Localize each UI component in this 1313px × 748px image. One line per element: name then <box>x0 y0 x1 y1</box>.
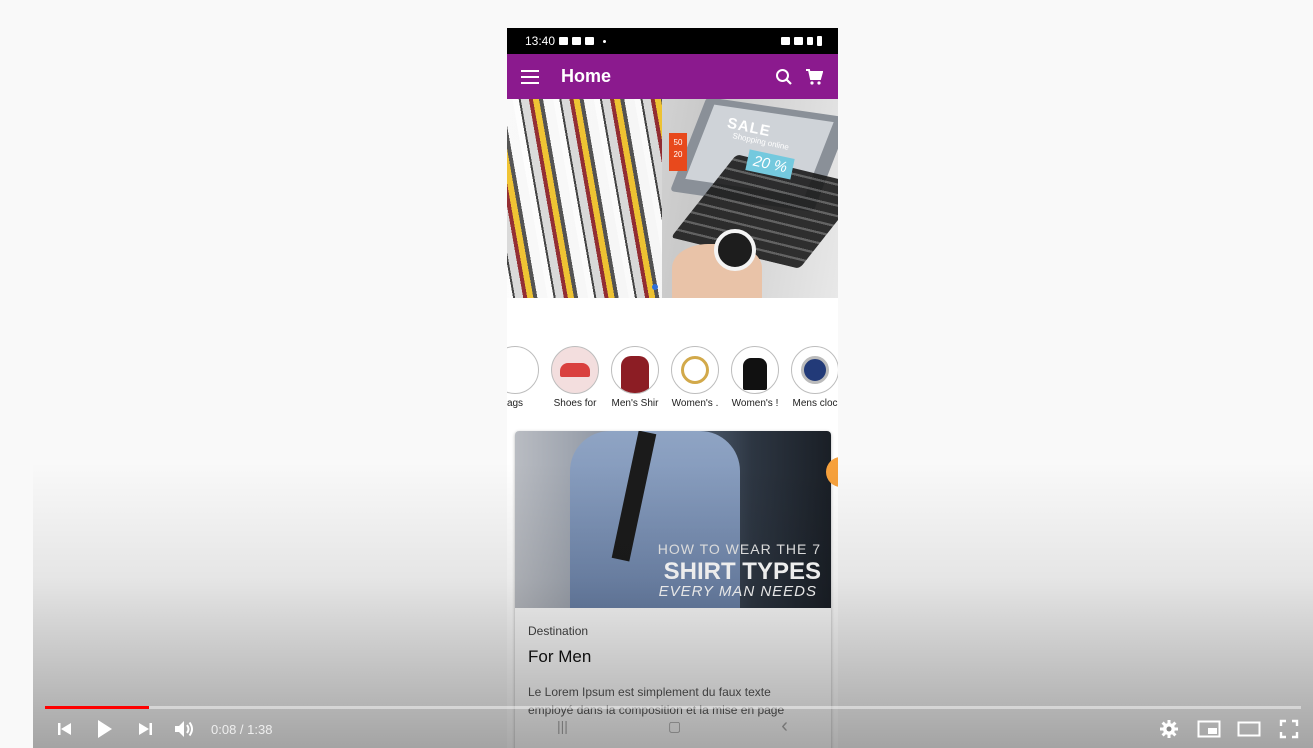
status-time: 13:40 <box>525 34 556 48</box>
category-label: Men's Shir <box>611 398 659 409</box>
category-thumb <box>507 346 539 394</box>
previous-icon <box>58 723 71 735</box>
battery-icon <box>817 36 822 46</box>
category-thumb <box>731 346 779 394</box>
progress-bar[interactable] <box>45 706 1301 709</box>
category-item-womens-jewelry[interactable]: Women's . <box>671 346 719 409</box>
category-thumb <box>611 346 659 394</box>
volume-button[interactable] <box>165 714 205 744</box>
cart-icon[interactable] <box>804 67 824 87</box>
image-text-line1: HOW TO WEAR THE 7 <box>657 541 821 557</box>
article-kicker: Destination <box>528 624 589 638</box>
gear-icon <box>1160 720 1178 738</box>
category-item-mens-watches[interactable]: Mens cloc <box>791 346 838 409</box>
video-player[interactable]: 13:40 Home SALE Shopping online 20 % 50 … <box>0 4 1313 748</box>
category-label: ags <box>507 398 524 409</box>
signal-icon <box>807 37 813 45</box>
player-controls: 0:08 / 1:38 <box>33 700 1313 748</box>
article-image: HOW TO WEAR THE 7 SHIRT TYPES EVERY MAN … <box>515 431 831 608</box>
category-thumb <box>551 346 599 394</box>
app-bar: Home <box>507 54 838 99</box>
message-icon <box>585 37 595 45</box>
progress-played <box>45 706 150 709</box>
miniplayer-button[interactable] <box>1189 714 1229 744</box>
category-item-womens-clothing[interactable]: Women's ! <box>731 346 779 409</box>
fullscreen-icon <box>1279 719 1299 739</box>
category-item-bags[interactable]: ags <box>507 346 539 409</box>
notification-dot-icon <box>603 39 607 43</box>
category-label: Shoes for <box>553 398 597 409</box>
phone-screen: 13:40 Home SALE Shopping online 20 % 50 … <box>507 28 838 748</box>
next-icon <box>139 723 152 735</box>
carousel-indicator[interactable] <box>652 284 658 290</box>
previous-button[interactable] <box>45 714 85 744</box>
play-button[interactable] <box>85 714 125 744</box>
category-thumb <box>791 346 838 394</box>
miniplayer-icon <box>1197 720 1221 738</box>
video-call-icon <box>559 37 569 45</box>
clothes-rack-image <box>507 99 662 298</box>
wifi-icon <box>794 37 803 45</box>
category-label: Women's ! <box>731 398 779 409</box>
promo-banner[interactable]: SALE Shopping online 20 % 50 20 <box>507 99 838 298</box>
category-label: Mens cloc <box>792 398 838 409</box>
image-text-line2: SHIRT TYPES <box>663 558 821 585</box>
gallery-icon <box>572 37 582 45</box>
page-title: Home <box>561 66 612 86</box>
theater-mode-button[interactable] <box>1229 714 1269 744</box>
search-icon[interactable] <box>774 67 794 87</box>
category-item-mens-shirts[interactable]: Men's Shir <box>611 346 659 409</box>
volume-icon <box>175 721 193 737</box>
settings-button[interactable] <box>1149 714 1189 744</box>
theater-icon <box>1237 721 1261 737</box>
price-tag: 50 20 <box>669 133 687 171</box>
next-button[interactable] <box>125 714 165 744</box>
controls-row: 0:08 / 1:38 <box>33 714 1313 744</box>
menu-icon[interactable] <box>521 69 539 84</box>
category-list: ags Shoes for Men's Shir Women's . Women… <box>507 346 838 409</box>
coffee-cup-image <box>714 229 756 271</box>
fullscreen-button[interactable] <box>1269 714 1309 744</box>
image-text-line3: EVERY MAN NEEDS <box>658 583 817 600</box>
play-icon <box>98 720 112 738</box>
category-label: Women's . <box>671 398 719 409</box>
article-title: For Men <box>528 647 592 666</box>
category-item-shoes[interactable]: Shoes for <box>551 346 599 409</box>
alarm-icon <box>781 37 790 45</box>
time-display: 0:08 / 1:38 <box>211 721 273 737</box>
category-thumb <box>671 346 719 394</box>
status-bar: 13:40 <box>507 28 838 54</box>
